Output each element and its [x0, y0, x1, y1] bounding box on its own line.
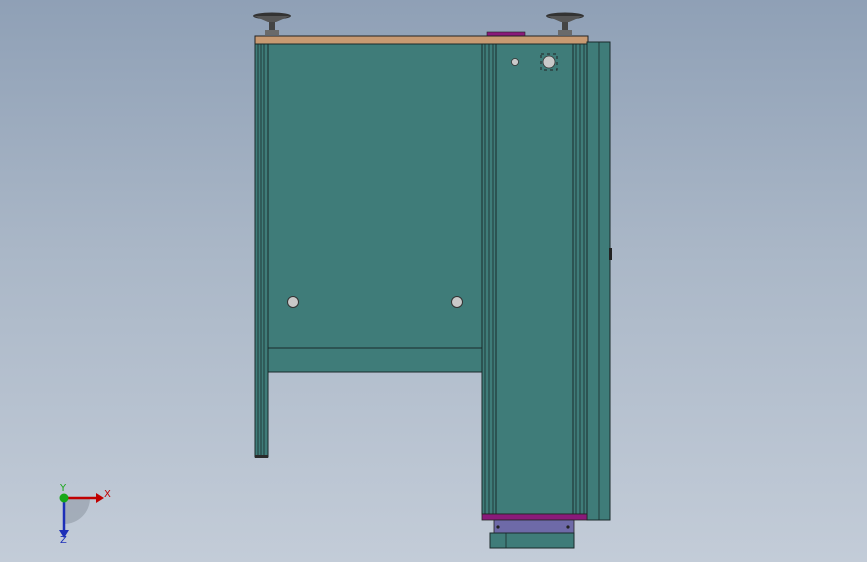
mounting-hole [287, 296, 299, 308]
mounting-hole [451, 296, 463, 308]
cabinet-model[interactable] [0, 0, 867, 562]
left-post [254, 43, 269, 458]
leveling-foot-right [546, 12, 584, 35]
door-handle [609, 248, 612, 260]
x-axis-label: X [104, 489, 111, 500]
cad-viewport[interactable]: X Y Z [0, 0, 867, 562]
middle-post [481, 43, 497, 515]
side-column [495, 43, 574, 515]
top-plate [254, 35, 589, 45]
connector-port [542, 55, 556, 69]
side-door [586, 41, 612, 521]
coordinate-triad: X Y Z [59, 483, 111, 544]
small-hole [511, 58, 519, 66]
bottom-bracket [493, 519, 575, 534]
right-post [572, 43, 588, 515]
z-axis-label: Z [60, 535, 67, 544]
main-panel [267, 43, 483, 373]
base-block [489, 532, 575, 549]
y-axis-label: Y [59, 483, 67, 494]
leveling-foot-left [253, 12, 291, 35]
bottom-rail [481, 513, 588, 521]
